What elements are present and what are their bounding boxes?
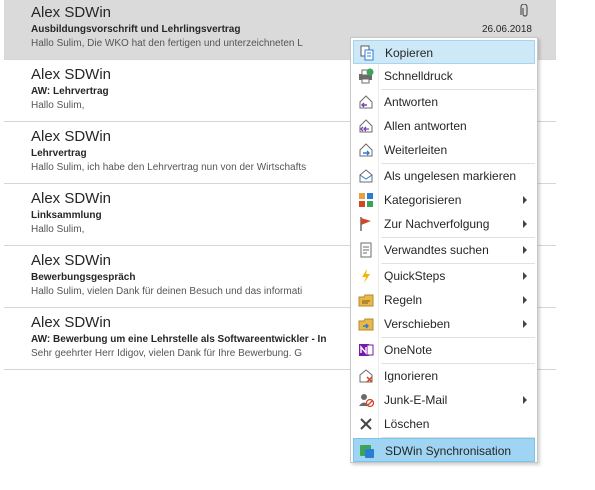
junk-mail-icon <box>358 392 375 408</box>
menu-item-label: Verschieben <box>384 317 451 331</box>
menu-item-label: Junk-E-Mail <box>384 393 448 407</box>
submenu-arrow-icon <box>523 220 527 228</box>
menu-item-rules[interactable]: Regeln <box>353 288 535 312</box>
delete-icon <box>358 416 374 432</box>
submenu-arrow-icon <box>523 196 527 204</box>
reply-icon <box>358 94 374 110</box>
submenu-arrow-icon <box>523 246 527 254</box>
menu-item-reply[interactable]: Antworten <box>353 90 535 114</box>
copy-icon <box>359 45 375 61</box>
menu-item-label: Weiterleiten <box>384 143 448 157</box>
menu-item-label: OneNote <box>384 343 433 357</box>
mail-preview: Hallo Sulim, <box>31 100 85 111</box>
context-menu: Kopieren Schnelldruck Antworten Allen an… <box>350 37 538 463</box>
menu-item-quick-print[interactable]: Schnelldruck <box>353 64 535 88</box>
mail-preview: Hallo Sulim, vielen Dank für deinen Besu… <box>31 286 303 297</box>
menu-item-label: Kopieren <box>385 46 434 60</box>
mail-preview: Sehr geehrter Herr Idigov, vielen Dank f… <box>31 348 303 359</box>
submenu-arrow-icon <box>523 396 527 404</box>
mail-subject: AW: Bewerbung um eine Lehrstelle als Sof… <box>31 334 327 345</box>
submenu-arrow-icon <box>523 296 527 304</box>
mail-subject: Linksammlung <box>31 210 102 221</box>
mail-sender: Alex SDWin <box>31 190 112 207</box>
mail-subject: AW: Lehrvertrag <box>31 86 109 97</box>
move-icon <box>358 316 374 332</box>
menu-item-label: Kategorisieren <box>384 193 462 207</box>
categorize-icon <box>358 192 374 208</box>
menu-item-onenote[interactable]: OneNote <box>353 338 535 362</box>
menu-item-junk-mail[interactable]: Junk-E-Mail <box>353 388 535 412</box>
mail-subject: Bewerbungsgespräch <box>31 272 136 283</box>
mail-sender: Alex SDWin <box>31 4 112 21</box>
menu-item-find-related[interactable]: Verwandtes suchen <box>353 238 535 262</box>
follow-up-flag-icon <box>358 216 374 232</box>
menu-item-reply-all[interactable]: Allen antworten <box>353 114 535 138</box>
menu-item-sdwin-sync[interactable]: SDWin Synchronisation <box>353 438 535 462</box>
menu-item-mark-unread[interactable]: Als ungelesen markieren <box>353 164 535 188</box>
menu-item-categorize[interactable]: Kategorisieren <box>353 188 535 212</box>
submenu-arrow-icon <box>523 272 527 280</box>
sdwin-sync-icon <box>359 443 375 459</box>
mail-sender: Alex SDWin <box>31 252 112 269</box>
mail-sender: Alex SDWin <box>31 128 112 145</box>
find-related-icon <box>358 242 374 258</box>
menu-item-label: Verwandtes suchen <box>384 243 489 257</box>
quick-print-icon <box>358 68 374 84</box>
menu-item-delete[interactable]: Löschen <box>353 412 535 436</box>
ignore-icon <box>358 368 374 384</box>
menu-item-label: Allen antworten <box>384 119 467 133</box>
mail-preview: Hallo Sulim, Die WKO hat den fertigen un… <box>31 38 303 49</box>
mail-sender: Alex SDWin <box>31 314 112 331</box>
mail-sender: Alex SDWin <box>31 66 112 83</box>
mail-preview: Hallo Sulim, ich habe den Lehrvertrag nu… <box>31 162 307 173</box>
menu-item-label: Antworten <box>384 95 439 109</box>
menu-item-forward[interactable]: Weiterleiten <box>353 138 535 162</box>
paperclip-icon <box>520 3 530 18</box>
menu-item-copy[interactable]: Kopieren <box>353 40 535 64</box>
menu-item-label: Schnelldruck <box>384 69 453 83</box>
mail-date: 26.06.2018 <box>481 24 532 35</box>
menu-item-label: Als ungelesen markieren <box>384 169 517 183</box>
menu-item-label: Regeln <box>384 293 423 307</box>
submenu-arrow-icon <box>523 320 527 328</box>
menu-item-label: Zur Nachverfolgung <box>384 217 490 231</box>
onenote-icon <box>358 342 374 358</box>
mail-subject: Ausbildungsvorschrift und Lehrlingsvertr… <box>31 24 241 35</box>
menu-item-label: QuickSteps <box>384 269 446 283</box>
menu-item-quicksteps[interactable]: QuickSteps <box>353 264 535 288</box>
mark-unread-icon <box>358 168 374 184</box>
rules-icon <box>358 292 374 308</box>
mail-preview: Hallo Sulim, <box>31 224 85 235</box>
quicksteps-icon <box>358 268 374 284</box>
menu-item-label: Ignorieren <box>384 369 439 383</box>
menu-item-follow-up[interactable]: Zur Nachverfolgung <box>353 212 535 236</box>
menu-item-move[interactable]: Verschieben <box>353 312 535 336</box>
reply-all-icon <box>358 118 374 134</box>
mail-subject: Lehrvertrag <box>31 148 87 159</box>
menu-item-ignore[interactable]: Ignorieren <box>353 364 535 388</box>
menu-item-label: SDWin Synchronisation <box>385 444 512 458</box>
menu-item-label: Löschen <box>384 417 430 431</box>
forward-icon <box>358 142 374 158</box>
